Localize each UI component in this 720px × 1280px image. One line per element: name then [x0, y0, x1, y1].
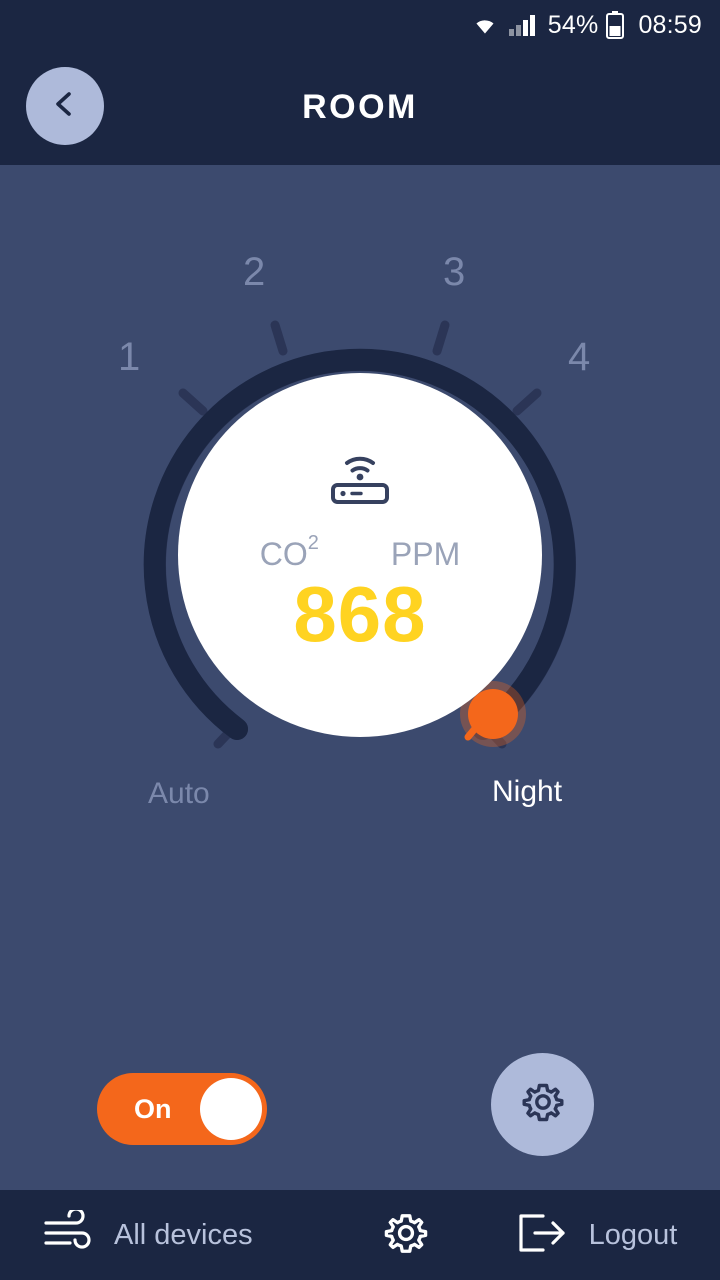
nav-item-all-devices[interactable]: All devices — [40, 1206, 253, 1261]
dial-tick-label-4: 4 — [568, 335, 591, 379]
nav-label-all-devices: All devices — [114, 1218, 253, 1251]
cellular-signal-icon — [508, 13, 536, 37]
dial-mode-auto-label[interactable]: Auto — [148, 777, 210, 811]
power-toggle-knob[interactable] — [200, 1078, 262, 1140]
page-title: ROOM — [302, 88, 418, 126]
co2-value: 868 — [293, 570, 427, 658]
app-root: 54% 08:59 ROOM 1 2 3 4 Auto Night CO2 PP… — [0, 0, 720, 1280]
dial-tick-label-2: 2 — [243, 250, 266, 294]
gear-icon — [381, 1208, 431, 1263]
dial-mode-night-label[interactable]: Night — [492, 775, 562, 809]
logout-icon — [515, 1210, 571, 1261]
battery-percent-label: 54% — [547, 10, 599, 39]
battery-icon — [606, 11, 625, 39]
chevron-left-icon — [48, 87, 82, 126]
back-button[interactable] — [26, 67, 104, 145]
ppm-unit-label: PPM — [390, 536, 461, 572]
power-toggle[interactable]: On — [97, 1073, 267, 1145]
clock-label: 08:59 — [638, 10, 702, 39]
nav-item-logout[interactable]: Logout — [515, 1210, 678, 1261]
reading-labels: CO2 PPM — [259, 532, 461, 573]
dial-tick-label-3: 3 — [443, 250, 466, 294]
co2-label: CO2 — [259, 532, 319, 572]
gear-icon — [519, 1078, 567, 1131]
wifi-icon — [470, 13, 500, 37]
dial-center-disc[interactable]: CO2 PPM 868 — [178, 373, 542, 737]
fan-icon — [40, 1206, 96, 1261]
device-settings-button[interactable] — [491, 1053, 594, 1156]
power-toggle-label: On — [134, 1093, 172, 1124]
nav-label-logout: Logout — [588, 1218, 678, 1251]
router-icon — [321, 445, 399, 512]
nav-item-settings[interactable] — [381, 1208, 449, 1263]
dial-tick-label-1: 1 — [118, 335, 141, 379]
bottom-nav: All devices Logout — [0, 1190, 720, 1280]
app-header: ROOM — [0, 50, 720, 165]
co2-dial[interactable]: 1 2 3 4 Auto Night CO2 PPM 868 — [0, 225, 720, 825]
status-bar: 54% 08:59 — [0, 0, 720, 50]
